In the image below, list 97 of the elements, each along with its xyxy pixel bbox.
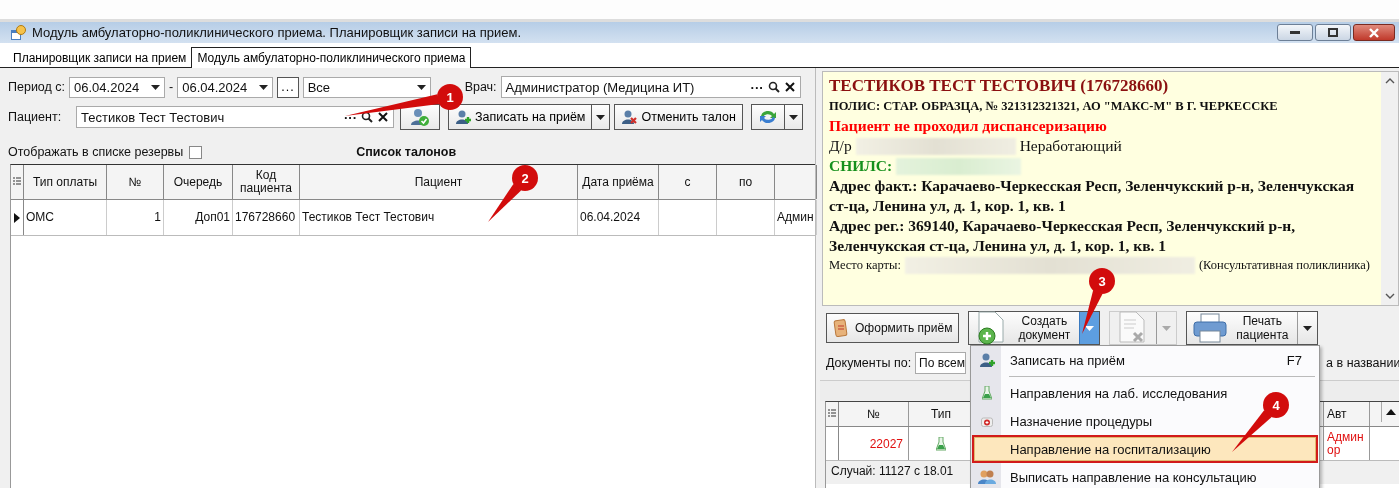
field-label: Период с: bbox=[8, 80, 66, 94]
snils-label: СНИЛС: bbox=[829, 156, 893, 176]
minimize-button[interactable] bbox=[1277, 24, 1313, 41]
patient-field[interactable]: Тестиков Тест Тестович ··· bbox=[76, 106, 394, 128]
status-select[interactable]: Все bbox=[302, 76, 431, 98]
person-check-icon bbox=[410, 107, 430, 127]
menu-item[interactable]: Выписать направление на консультацию bbox=[972, 463, 1267, 488]
close-icon bbox=[1369, 27, 1379, 38]
policy-text: ПОЛИС: СТАР. ОБРАЗЦА, № 321312321321, АО "МАКС-М" В Г. ЧЕРКЕССКЕ bbox=[829, 98, 1279, 115]
form-icon bbox=[833, 318, 849, 338]
column-header[interactable]: Авт bbox=[1327, 407, 1347, 421]
close-button[interactable] bbox=[1353, 24, 1395, 41]
checkbox-label: а в названии bbox=[1326, 356, 1399, 370]
table-cell: Тестиков Тест Тестович bbox=[302, 210, 435, 224]
caret-icon bbox=[259, 84, 269, 90]
first-aid-icon bbox=[981, 415, 993, 427]
column-header[interactable]: с bbox=[684, 175, 691, 189]
person-plus-icon bbox=[979, 352, 995, 368]
column-header[interactable]: Дата приёма bbox=[582, 175, 654, 189]
patient-name: ТЕСТИКОВ ТЕСТ ТЕСТОВИЧ (176728660) bbox=[829, 76, 1170, 96]
table-cell: 1 bbox=[154, 210, 161, 224]
book-button[interactable]: Записать на приём bbox=[448, 104, 593, 130]
column-header[interactable]: Пациент bbox=[414, 175, 463, 189]
person-plus-icon bbox=[455, 109, 471, 125]
dropdown-button[interactable] bbox=[592, 104, 611, 130]
caret-icon bbox=[788, 114, 798, 120]
documents-select[interactable]: По всем bbox=[915, 352, 967, 374]
table-cell: 06.04.2024 bbox=[580, 210, 641, 224]
minimize-icon bbox=[1290, 30, 1300, 35]
window-title: Модуль амбулаторно-поликлинического приема. Планировщик записи на прием. bbox=[32, 25, 521, 40]
refresh-button[interactable] bbox=[750, 104, 785, 130]
people-icon bbox=[978, 469, 996, 485]
field-label: Врач: bbox=[464, 80, 497, 94]
column-chooser-icon[interactable] bbox=[828, 409, 836, 419]
case-text: Случай: 11127 с 18.01 bbox=[831, 464, 954, 478]
checkbox-label: Отображать в списке резервы bbox=[8, 145, 184, 159]
table-cell: 176728660 bbox=[235, 210, 296, 224]
column-header[interactable]: по bbox=[738, 175, 753, 189]
flask-icon bbox=[982, 386, 992, 400]
search-icon[interactable] bbox=[361, 111, 373, 123]
more-button[interactable]: ... bbox=[277, 76, 299, 98]
flask-icon bbox=[936, 436, 946, 451]
column-chooser-icon[interactable] bbox=[13, 177, 21, 187]
table-cell: ОМС bbox=[26, 210, 54, 224]
address-text: Адрес рег.: 369140, Карачаево-Черкесская Респ, Зеленчукский р-н, Зеленчукская ст-ца, Ленина ул, д. 1, кор. 1, кв. 1 bbox=[829, 216, 1297, 256]
employment-text: Неработающий bbox=[1019, 136, 1122, 156]
caret-icon bbox=[1162, 325, 1172, 331]
column-header[interactable]: Очередь bbox=[173, 175, 223, 189]
search-icon[interactable] bbox=[767, 81, 780, 93]
refresh-icon bbox=[757, 108, 778, 126]
menu-item[interactable]: Направление на госпитализацию bbox=[972, 435, 1318, 463]
column-header[interactable]: № bbox=[867, 407, 880, 421]
more-button[interactable]: ··· bbox=[750, 79, 764, 95]
visit-button[interactable]: Оформить приём bbox=[826, 313, 960, 343]
table-cell: Админ bbox=[777, 210, 814, 224]
caret-icon bbox=[151, 84, 161, 90]
birth-date-label: Д/р bbox=[829, 136, 852, 156]
maximize-button[interactable] bbox=[1315, 24, 1351, 41]
cancel-ticket-button[interactable]: Отменить талон bbox=[614, 104, 743, 130]
printer-icon bbox=[1193, 313, 1228, 343]
caret-icon bbox=[416, 84, 426, 90]
place-label: Место карты: bbox=[829, 258, 901, 273]
range-dash: - bbox=[169, 80, 174, 94]
date-field[interactable]: 06.04.2024 bbox=[177, 76, 274, 98]
calendar-clock-icon bbox=[10, 24, 26, 41]
column-header[interactable]: Код пациента bbox=[233, 169, 299, 195]
address-text: Адрес факт.: Карачаево-Черкесская Респ, Зеленчукский р-н, Зеленчукская ст-ца, Ленина ул, д. 1, кор. 1, кв. 1 bbox=[829, 176, 1356, 216]
column-header[interactable]: Тип bbox=[931, 407, 951, 421]
table-cell: ор bbox=[1327, 443, 1341, 457]
table-cell: Админ bbox=[1327, 430, 1364, 444]
menu-item[interactable]: Назначение процедуры bbox=[972, 407, 1163, 435]
column-header[interactable]: Тип оплаты bbox=[32, 175, 97, 189]
caret-icon bbox=[1303, 325, 1313, 331]
person-cross-icon bbox=[621, 109, 638, 125]
table-cell: 22027 bbox=[869, 436, 903, 451]
doctor-field[interactable]: Администратор (Медицина ИТ) ··· bbox=[500, 76, 801, 98]
field-label: Документы по: bbox=[826, 356, 912, 370]
clear-icon[interactable] bbox=[377, 111, 389, 123]
print-button[interactable]: Печать пациента bbox=[1186, 311, 1319, 345]
table-cell: Доп01 bbox=[195, 210, 230, 224]
reserve-checkbox[interactable] bbox=[189, 145, 203, 159]
list-title: Список талонов bbox=[356, 145, 457, 159]
menu-item[interactable]: Записать на приём F7 bbox=[972, 346, 1318, 374]
caret-icon bbox=[596, 114, 606, 120]
clear-icon[interactable] bbox=[783, 81, 796, 93]
date-field[interactable]: 06.04.2024 bbox=[69, 76, 166, 98]
place-value: (Консультативная поликлиника) bbox=[1198, 258, 1370, 273]
warning-text: Пациент не проходил диспансеризацию bbox=[829, 116, 1108, 136]
create-button[interactable]: Создать документ bbox=[968, 311, 1101, 345]
scroll-up-icon[interactable] bbox=[1385, 409, 1396, 415]
maximize-icon bbox=[1328, 28, 1338, 37]
field-label: Пациент: bbox=[8, 110, 63, 124]
scroll-up-icon[interactable] bbox=[1384, 78, 1395, 84]
scroll-down-icon[interactable] bbox=[1384, 293, 1395, 299]
tab[interactable]: Модуль амбулаторно-поликлинического приема bbox=[191, 47, 472, 68]
column-header[interactable]: № bbox=[128, 175, 142, 189]
caret-icon bbox=[1085, 325, 1095, 331]
